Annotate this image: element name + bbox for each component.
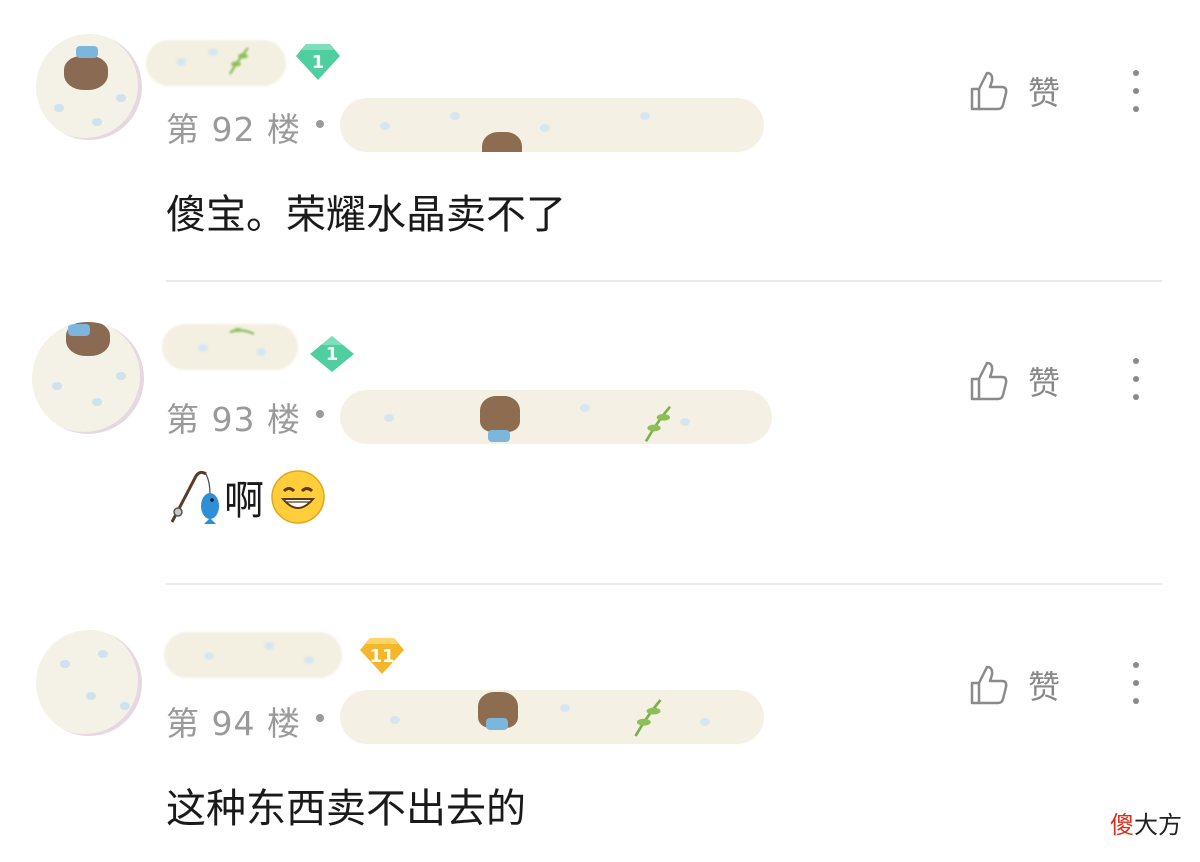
comment-text-body: 啊	[224, 478, 264, 524]
like-button[interactable]: 赞	[966, 358, 1060, 404]
post-time-redacted	[340, 390, 772, 444]
comment-text: 啊	[166, 468, 326, 526]
separator-dot	[316, 120, 324, 128]
thumbs-up-icon	[970, 665, 1008, 705]
leaf-decoration-icon	[229, 328, 254, 335]
divider	[166, 280, 1162, 282]
watermark-rest: 大方	[1134, 811, 1182, 839]
like-button[interactable]: 赞	[966, 662, 1060, 708]
level-number: 11	[369, 645, 395, 667]
divider	[166, 583, 1162, 585]
separator-dot	[316, 714, 324, 722]
level-number: 1	[325, 343, 339, 365]
level-number: 1	[311, 51, 325, 73]
like-label: 赞	[1028, 364, 1061, 402]
thumbs-up-icon	[970, 71, 1008, 111]
grinning-emoji	[271, 470, 325, 524]
more-options-button[interactable]	[1126, 356, 1146, 402]
like-label: 赞	[1028, 74, 1061, 112]
comment-text: 这种东西卖不出去的	[166, 786, 526, 832]
username-redacted[interactable]	[162, 324, 298, 370]
post-time-redacted	[340, 98, 764, 152]
like-button[interactable]: 赞	[966, 68, 1060, 114]
avatar[interactable]	[32, 322, 144, 434]
floor-number: 第 93 楼	[166, 400, 301, 439]
floor-number: 第 92 楼	[166, 110, 301, 149]
comment-text: 傻宝。荣耀水晶卖不了	[166, 192, 566, 238]
level-badge: 1	[294, 42, 342, 82]
more-options-button[interactable]	[1126, 68, 1146, 114]
leaf-decoration-icon	[644, 405, 672, 442]
post-time-redacted	[340, 690, 764, 744]
level-badge: 11	[358, 636, 406, 676]
username-redacted[interactable]	[164, 632, 342, 678]
more-options-button[interactable]	[1126, 660, 1146, 706]
like-label: 赞	[1028, 668, 1061, 706]
avatar[interactable]	[36, 34, 142, 140]
thumbs-up-icon	[970, 361, 1008, 401]
avatar[interactable]	[36, 630, 142, 736]
username-redacted[interactable]	[146, 40, 286, 86]
leaf-decoration-icon	[229, 47, 249, 75]
watermark: 傻大方	[1110, 805, 1182, 840]
separator-dot	[316, 410, 324, 418]
fishing-rod-emoji	[170, 470, 219, 524]
watermark-first: 傻	[1110, 811, 1134, 839]
leaf-decoration-icon	[634, 699, 662, 737]
floor-number: 第 94 楼	[166, 704, 301, 743]
level-badge: 1	[308, 334, 356, 374]
